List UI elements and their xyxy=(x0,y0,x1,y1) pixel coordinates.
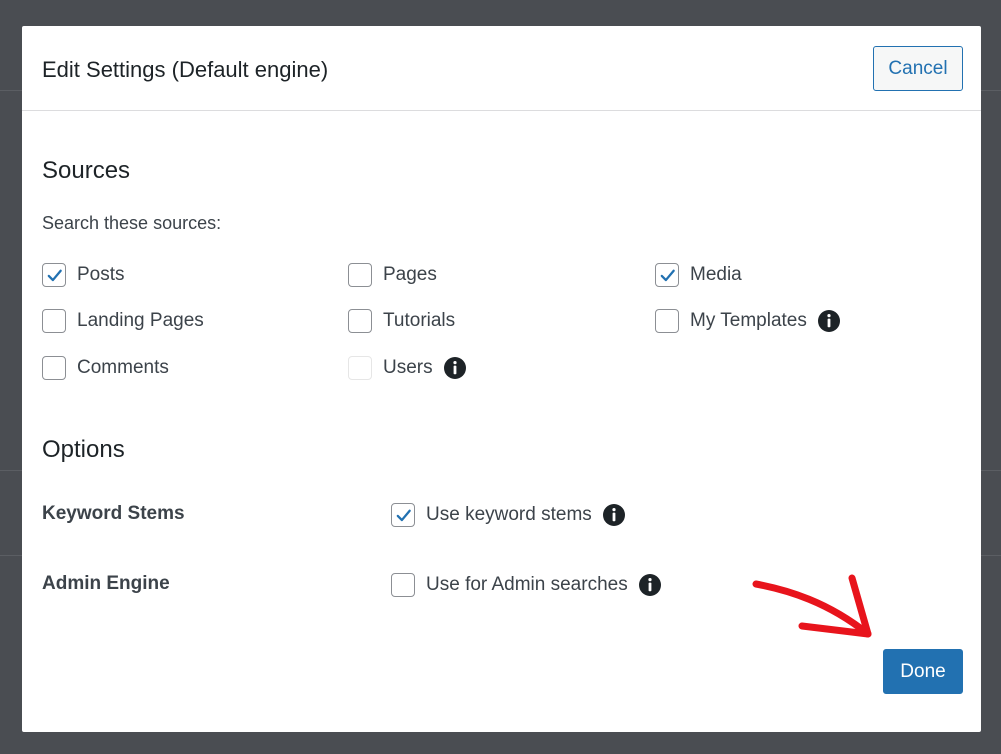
keyword-stems-checkbox-label: Use keyword stems xyxy=(426,504,592,525)
admin-engine-label: Admin Engine xyxy=(42,573,170,594)
info-icon[interactable] xyxy=(443,356,467,380)
source-label: Comments xyxy=(77,357,169,378)
checkbox[interactable] xyxy=(42,263,66,287)
source-posts[interactable]: Posts xyxy=(42,262,125,288)
checkbox[interactable] xyxy=(655,263,679,287)
options-heading: Options xyxy=(42,436,125,463)
cancel-button[interactable]: Cancel xyxy=(873,46,963,91)
checkbox[interactable] xyxy=(348,263,372,287)
info-icon[interactable] xyxy=(602,503,626,527)
sources-description: Search these sources: xyxy=(42,213,222,233)
source-label: Pages xyxy=(383,264,437,285)
source-tutorials[interactable]: Tutorials xyxy=(348,308,455,334)
checkbox[interactable] xyxy=(391,573,415,597)
admin-engine-checkbox-label: Use for Admin searches xyxy=(426,574,628,595)
checkbox[interactable] xyxy=(42,309,66,333)
done-button[interactable]: Done xyxy=(883,649,963,694)
checkbox[interactable] xyxy=(42,356,66,380)
modal-header: Edit Settings (Default engine) Cancel xyxy=(22,26,981,111)
source-pages[interactable]: Pages xyxy=(348,262,437,288)
source-label: Landing Pages xyxy=(77,310,204,331)
sources-heading: Sources xyxy=(42,157,131,184)
admin-engine-option[interactable]: Use for Admin searches xyxy=(391,572,662,598)
source-label: My Templates xyxy=(690,310,807,331)
annotation-arrow-icon xyxy=(752,574,872,638)
info-icon[interactable] xyxy=(638,573,662,597)
modal-title: Edit Settings (Default engine) xyxy=(42,57,329,82)
checkbox[interactable] xyxy=(391,503,415,527)
source-landing-pages[interactable]: Landing Pages xyxy=(42,308,204,334)
checkbox[interactable] xyxy=(655,309,679,333)
source-label: Users xyxy=(383,357,433,378)
checkbox xyxy=(348,356,372,380)
keyword-stems-label: Keyword Stems xyxy=(42,503,185,524)
keyword-stems-option[interactable]: Use keyword stems xyxy=(391,502,626,528)
source-my-templates[interactable]: My Templates xyxy=(655,308,841,334)
source-media[interactable]: Media xyxy=(655,262,742,288)
source-label: Media xyxy=(690,264,742,285)
info-icon[interactable] xyxy=(817,309,841,333)
source-users: Users xyxy=(348,355,467,381)
checkbox[interactable] xyxy=(348,309,372,333)
source-comments[interactable]: Comments xyxy=(42,355,169,381)
source-label: Posts xyxy=(77,264,125,285)
source-label: Tutorials xyxy=(383,310,456,331)
